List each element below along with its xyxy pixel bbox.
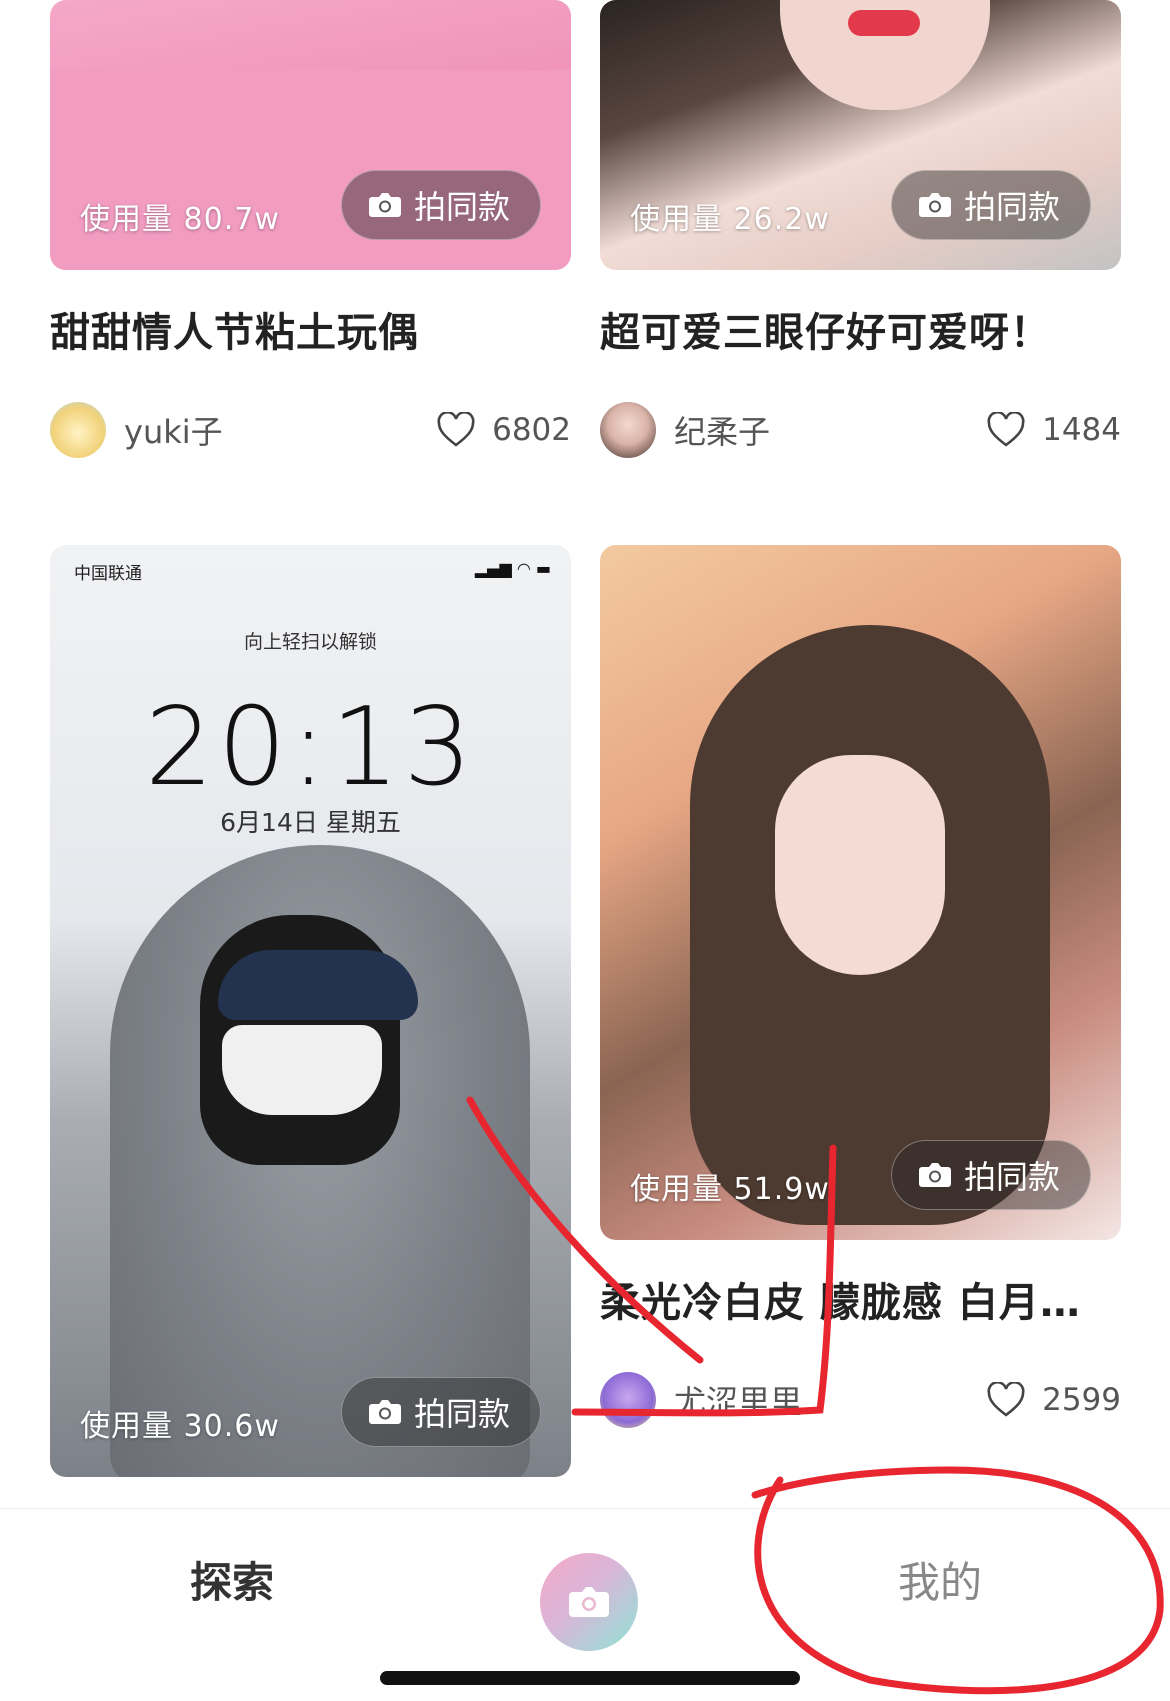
lockscreen-carrier: 中国联通 <box>74 564 142 584</box>
camera-icon <box>569 1587 609 1617</box>
card-title[interactable]: 超可爱三眼仔好可爱呀！ <box>600 300 1121 358</box>
shoot-same-label: 拍同款 <box>413 1395 510 1433</box>
shoot-same-button[interactable]: 拍同款 <box>340 170 541 240</box>
avatar[interactable] <box>600 402 656 458</box>
shoot-same-button[interactable]: 拍同款 <box>890 170 1091 240</box>
lockscreen-time: 20:13 <box>144 685 477 810</box>
camera-icon <box>918 1163 951 1187</box>
shoot-same-label: 拍同款 <box>413 188 510 226</box>
card-title[interactable]: 柔光冷白皮 朦胧感 白月… <box>600 1270 1121 1328</box>
feed-card[interactable]: 使用量 80.7w 拍同款 甜甜情人节粘土玩偶 yuki子 6802 <box>50 0 571 458</box>
like-button[interactable]: 6802 <box>436 412 571 448</box>
shoot-same-button[interactable]: 拍同款 <box>340 1377 541 1447</box>
shoot-same-label: 拍同款 <box>963 1158 1060 1196</box>
lockscreen-date: 6月14日 星期五 <box>220 808 401 837</box>
thumbnail-detail <box>775 755 945 975</box>
camera-button[interactable] <box>540 1553 638 1651</box>
feed-card[interactable]: 中国联通 ▂▄▆ ◠ ▬ 向上轻扫以解锁 20:13 6月14日 星期五 使用量… <box>50 545 571 1477</box>
thumbnail-detail <box>222 1025 382 1115</box>
feed-card[interactable]: 使用量 26.2w 拍同款 超可爱三眼仔好可爱呀！ 纪柔子 1484 <box>600 0 1121 458</box>
heart-icon <box>987 412 1025 447</box>
like-count: 2599 <box>1042 1382 1121 1418</box>
lockscreen-hint: 向上轻扫以解锁 <box>243 631 377 653</box>
heart-icon <box>437 412 475 447</box>
camera-icon <box>368 1400 401 1424</box>
like-button[interactable]: 1484 <box>986 412 1121 448</box>
shoot-same-label: 拍同款 <box>963 188 1060 226</box>
avatar[interactable] <box>600 1372 656 1428</box>
home-indicator <box>380 1671 800 1685</box>
usage-count: 使用量 51.9w <box>630 1172 830 1207</box>
like-button[interactable]: 2599 <box>986 1382 1121 1418</box>
thumbnail-detail <box>848 10 920 36</box>
card-thumbnail[interactable]: 使用量 51.9w 拍同款 <box>600 545 1121 1240</box>
card-title[interactable]: 甜甜情人节粘土玩偶 <box>50 300 571 358</box>
author-name[interactable]: 纪柔子 <box>674 407 986 453</box>
shoot-same-button[interactable]: 拍同款 <box>890 1140 1091 1210</box>
like-count: 1484 <box>1042 412 1121 448</box>
usage-count: 使用量 26.2w <box>630 202 830 237</box>
card-thumbnail[interactable]: 中国联通 ▂▄▆ ◠ ▬ 向上轻扫以解锁 20:13 6月14日 星期五 使用量… <box>50 545 571 1477</box>
feed-card[interactable]: 使用量 51.9w 拍同款 柔光冷白皮 朦胧感 白月… 尤涩里里 2599 <box>600 545 1121 1428</box>
tab-mine[interactable]: 我的 <box>898 1549 982 1610</box>
author-name[interactable]: yuki子 <box>124 407 436 453</box>
author-name[interactable]: 尤涩里里 <box>674 1377 986 1423</box>
card-thumbnail[interactable]: 使用量 26.2w 拍同款 <box>600 0 1121 270</box>
like-count: 6802 <box>492 412 571 448</box>
camera-icon <box>918 193 951 217</box>
card-thumbnail[interactable]: 使用量 80.7w 拍同款 <box>50 0 571 270</box>
camera-icon <box>368 193 401 217</box>
avatar[interactable] <box>50 402 106 458</box>
bottom-tab-bar: 探索 我的 <box>0 1508 1170 1701</box>
tab-explore[interactable]: 探索 <box>190 1549 274 1610</box>
heart-icon <box>987 1382 1025 1417</box>
usage-count: 使用量 80.7w <box>80 202 280 237</box>
thumbnail-detail <box>218 950 418 1020</box>
usage-count: 使用量 30.6w <box>80 1409 280 1444</box>
lockscreen-status-icons: ▂▄▆ ◠ ▬ <box>474 559 551 578</box>
